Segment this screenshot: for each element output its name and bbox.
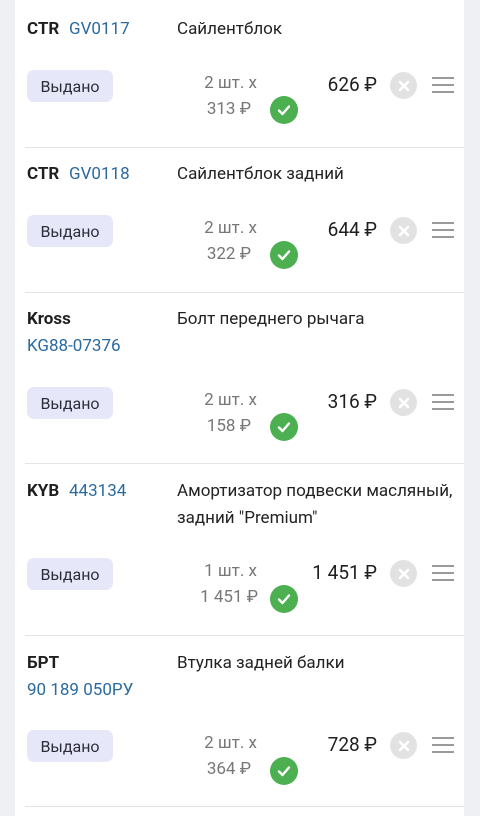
hamburger-menu-icon[interactable] [432, 394, 454, 410]
status-badge: Выдано [27, 387, 113, 419]
status-badge: Выдано [27, 730, 113, 762]
item-unit-price: 1 451 ₽ [200, 587, 258, 607]
item-article-link[interactable]: 443134 [69, 481, 126, 501]
item-total: 1 451 ₽ [312, 561, 377, 584]
close-circle-icon[interactable] [390, 560, 417, 587]
hamburger-menu-icon[interactable] [432, 737, 454, 753]
item-total: 644 ₽ [327, 218, 377, 241]
item-unit-price: 313 ₽ [206, 99, 251, 119]
status-badge: Выдано [27, 215, 113, 247]
item-name: Амортизатор подвески масляный, задний "P… [177, 481, 453, 528]
check-circle-icon [270, 241, 298, 269]
item-total: 316 ₽ [327, 390, 377, 413]
check-circle-icon [270, 413, 298, 441]
item-brand: БРТ [27, 653, 60, 673]
status-badge: Выдано [27, 558, 113, 590]
divider [25, 292, 465, 293]
item-name: Сайлентблок задний [177, 164, 344, 184]
divider [25, 463, 465, 464]
item-article-link[interactable]: GV0118 [69, 164, 130, 184]
item-name: Сайлентблок [177, 19, 283, 39]
item-total: 728 ₽ [327, 733, 377, 756]
divider [25, 635, 465, 636]
close-circle-icon[interactable] [390, 389, 417, 416]
item-unit-price: 322 ₽ [206, 244, 251, 264]
hamburger-menu-icon[interactable] [432, 77, 454, 93]
item-brand: CTR [27, 164, 60, 184]
item-quantity: 2 шт. х [204, 73, 257, 93]
order-items-card: CTR GV0117 Сайлентблок Выдано 2 шт. х 31… [15, 0, 465, 816]
check-circle-icon [270, 96, 298, 124]
item-name: Втулка задней балки [177, 653, 345, 673]
divider [25, 806, 465, 807]
item-article-link[interactable]: KG88-07376 [27, 336, 121, 356]
item-unit-price: 158 ₽ [206, 416, 251, 436]
status-badge: Выдано [27, 70, 113, 102]
item-quantity: 2 шт. х [204, 390, 257, 410]
item-brand: KYB [27, 481, 60, 501]
hamburger-menu-icon[interactable] [432, 565, 454, 581]
item-brand: Kross [27, 309, 71, 329]
item-quantity: 2 шт. х [204, 733, 257, 753]
item-quantity: 2 шт. х [204, 218, 257, 238]
item-article-link[interactable]: 90 189 050РУ [27, 680, 133, 700]
close-circle-icon[interactable] [390, 72, 417, 99]
item-name: Болт переднего рычага [177, 309, 365, 329]
close-circle-icon[interactable] [390, 732, 417, 759]
check-circle-icon [270, 585, 298, 613]
close-circle-icon[interactable] [390, 217, 417, 244]
item-total: 626 ₽ [327, 73, 377, 96]
item-article-link[interactable]: GV0117 [69, 19, 130, 39]
hamburger-menu-icon[interactable] [432, 222, 454, 238]
divider [25, 147, 465, 148]
item-quantity: 1 шт. х [204, 561, 257, 581]
item-unit-price: 364 ₽ [206, 759, 251, 779]
check-circle-icon [270, 757, 298, 785]
item-brand: CTR [27, 19, 60, 39]
